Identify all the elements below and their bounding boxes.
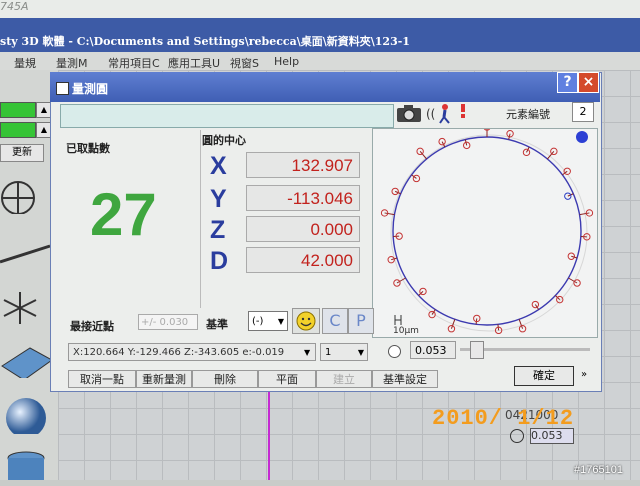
sphere-tool-icon[interactable] bbox=[0, 396, 54, 434]
measured-point bbox=[507, 130, 513, 136]
cancel-point-button[interactable]: 取消一點 bbox=[68, 370, 136, 388]
chevron-down-icon: ▼ bbox=[358, 344, 364, 362]
circle-icon bbox=[510, 429, 524, 443]
measured-point bbox=[551, 148, 557, 154]
c-mode-button[interactable]: C bbox=[322, 308, 348, 334]
close-button[interactable]: × bbox=[578, 72, 599, 93]
circle-center-label: 圓的中心 bbox=[202, 132, 246, 148]
window-icon bbox=[56, 82, 69, 95]
center-x-value: 132.907 bbox=[246, 152, 360, 178]
position-readout: X:120.664 Y:-129.466 Z:-343.605 e:-0.019 bbox=[68, 343, 316, 361]
measured-point bbox=[417, 148, 423, 154]
fit-radio-button[interactable] bbox=[388, 345, 401, 358]
menu-item-tools[interactable]: 應用工具U bbox=[168, 55, 220, 71]
background-menu-bar bbox=[0, 52, 640, 70]
probe-pin-icon[interactable] bbox=[456, 102, 470, 124]
dialog-title-bar[interactable] bbox=[50, 72, 600, 102]
center-z-value: 0.000 bbox=[246, 216, 360, 242]
scale-slider-thumb[interactable] bbox=[470, 341, 484, 359]
camera-date-stamp: 2010/ 1/12 bbox=[432, 406, 574, 431]
feature-name-input[interactable] bbox=[60, 104, 394, 128]
image-watermark: #1765101 bbox=[574, 464, 623, 476]
line-tool-icon[interactable] bbox=[0, 238, 54, 276]
green-spin-field-1[interactable] bbox=[0, 102, 36, 118]
create-button[interactable]: 建立 bbox=[316, 370, 372, 388]
element-number-label: 元素編號 bbox=[506, 106, 550, 122]
measured-point bbox=[394, 280, 400, 286]
datum-setup-button[interactable]: 基準設定 bbox=[372, 370, 438, 388]
chevron-down-icon[interactable]: ▼ bbox=[304, 348, 310, 357]
auto-measure-icon[interactable]: (( bbox=[426, 102, 454, 124]
menu-item-gauge[interactable]: 量規 bbox=[14, 55, 36, 71]
star-point-icon[interactable] bbox=[0, 288, 54, 326]
datum-select[interactable]: (-) ▼ bbox=[248, 311, 288, 331]
measured-point bbox=[439, 138, 445, 144]
monitor-model-text: 745A bbox=[0, 0, 29, 13]
points-taken-count: 27 bbox=[90, 180, 157, 249]
menu-item-help[interactable]: Help bbox=[274, 55, 299, 68]
nearest-point-label: 最接近點 bbox=[70, 318, 114, 334]
datum-selected-value: (-) bbox=[252, 316, 263, 327]
axis-d-label: D bbox=[210, 247, 228, 276]
axis-y-label: Y bbox=[210, 185, 227, 214]
circle-fit-diagram: 10μm bbox=[373, 129, 597, 337]
p-mode-button[interactable]: P bbox=[348, 308, 374, 334]
smiley-face-icon[interactable] bbox=[292, 308, 320, 334]
crosshair-circle-icon[interactable] bbox=[0, 176, 54, 214]
menu-item-window[interactable]: 視窗S bbox=[230, 55, 259, 71]
plane-tool-icon[interactable] bbox=[0, 340, 54, 378]
plane-button[interactable]: 平面 bbox=[258, 370, 316, 388]
menu-item-common[interactable]: 常用項目C bbox=[108, 55, 160, 71]
corner-dot-icon bbox=[576, 131, 588, 143]
camera-icon[interactable] bbox=[396, 102, 422, 124]
green-spin-field-2[interactable] bbox=[0, 122, 36, 138]
update-button[interactable]: 更新 bbox=[0, 144, 44, 162]
measured-points bbox=[381, 129, 592, 334]
plot-scale-label: 10μm bbox=[393, 326, 419, 336]
count-selected-value: 1 bbox=[325, 347, 331, 358]
element-number-field[interactable]: 2 bbox=[572, 102, 594, 122]
cylinder-tool-icon[interactable] bbox=[0, 448, 54, 486]
measured-point bbox=[464, 142, 470, 148]
menu-item-measure[interactable]: 量測M bbox=[56, 55, 88, 71]
background-window-title: sty 3D 軟體 - C:\Documents and Settings\re… bbox=[0, 33, 410, 49]
svg-text:((: (( bbox=[426, 107, 435, 121]
axis-x-label: X bbox=[210, 152, 227, 181]
chevron-down-icon: ▼ bbox=[278, 312, 284, 332]
ok-button[interactable]: 確定 bbox=[514, 366, 574, 386]
datum-label: 基準 bbox=[206, 316, 228, 332]
workspace-axis-line bbox=[268, 388, 270, 480]
center-y-value: -113.046 bbox=[246, 185, 360, 211]
measured-point bbox=[574, 280, 580, 286]
fit-error-value: 0.053 bbox=[410, 341, 456, 359]
axis-z-label: Z bbox=[210, 216, 225, 245]
delete-button[interactable]: 刪除 bbox=[192, 370, 258, 388]
help-button[interactable]: ? bbox=[557, 72, 578, 93]
points-taken-label: 已取點數 bbox=[66, 140, 110, 156]
nearest-point-tolerance[interactable]: +/- 0.030 bbox=[138, 314, 198, 330]
diameter-value: 42.000 bbox=[246, 247, 360, 273]
remeasure-button[interactable]: 重新量測 bbox=[136, 370, 192, 388]
expand-icon[interactable]: » bbox=[576, 366, 592, 384]
count-select[interactable]: 1 ▼ bbox=[320, 343, 368, 361]
dialog-title: 量測圓 bbox=[72, 80, 108, 97]
circle-fit-plot: 10μm bbox=[372, 128, 598, 338]
